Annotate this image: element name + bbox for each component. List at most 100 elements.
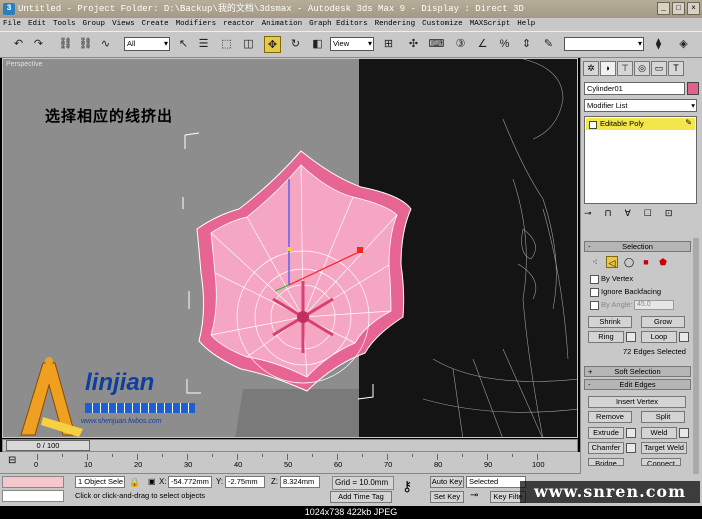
rectangular-selection-icon[interactable]: ⬚ xyxy=(218,36,235,53)
bind-space-warp-icon[interactable]: ∿ xyxy=(97,36,114,53)
bridge-button[interactable]: Bridge xyxy=(588,458,624,466)
menu-tools[interactable]: Tools xyxy=(50,18,80,31)
menu-customize[interactable]: Customize xyxy=(419,18,467,31)
insert-vertex-button[interactable]: Insert Vertex xyxy=(588,396,686,408)
close-button[interactable]: × xyxy=(687,2,700,15)
loop-spinner[interactable] xyxy=(679,332,689,342)
soft-selection-rollout-header[interactable]: + Soft Selection xyxy=(584,366,691,377)
perspective-viewport[interactable]: Perspective 选择相应的线挤出 linjian www.shenjua… xyxy=(2,58,578,438)
target-weld-button[interactable]: Target Weld xyxy=(641,442,687,454)
menu-edit[interactable]: Edit xyxy=(25,18,50,31)
select-and-scale-icon[interactable]: ◧ xyxy=(309,36,326,53)
pivot-center-icon[interactable]: ⊞ xyxy=(380,36,397,53)
lock-icon[interactable]: 🔒 xyxy=(129,476,140,488)
selection-rollout-header[interactable]: - Selection xyxy=(584,241,691,252)
menu-file[interactable]: File xyxy=(0,18,25,31)
reference-coordinate-dropdown[interactable]: View xyxy=(330,37,374,51)
utilities-tab-icon[interactable]: T xyxy=(668,61,684,76)
pin-stack-icon[interactable]: ⊸ xyxy=(584,208,592,219)
maxscript-output-field[interactable] xyxy=(2,490,64,502)
percent-snap-icon[interactable]: % xyxy=(496,36,513,53)
vertex-mode-icon[interactable]: ⁖ xyxy=(589,256,601,268)
select-object-icon[interactable]: ↖ xyxy=(175,36,192,53)
object-color-swatch[interactable] xyxy=(687,82,699,95)
menu-animation[interactable]: Animation xyxy=(259,18,307,31)
show-end-result-icon[interactable]: ⊓ xyxy=(605,208,612,219)
ring-spinner[interactable] xyxy=(626,332,636,342)
menu-rendering[interactable]: Rendering xyxy=(372,18,420,31)
extrude-button[interactable]: Extrude xyxy=(588,427,624,439)
angle-value-field[interactable]: 45.0 xyxy=(634,300,674,310)
polygon-mode-icon[interactable]: ■ xyxy=(640,256,652,268)
modify-tab-icon[interactable]: ◗ xyxy=(600,61,616,76)
absolute-mode-icon[interactable]: ▣ xyxy=(148,476,156,488)
by-vertex-checkbox[interactable]: By Vertex xyxy=(590,274,633,284)
mirror-icon[interactable]: ⧫ xyxy=(650,36,667,53)
connect-button[interactable]: Connect xyxy=(641,458,681,466)
undo-icon[interactable]: ↶ xyxy=(10,36,27,53)
chamfer-button[interactable]: Chamfer xyxy=(588,442,624,454)
x-coordinate-field[interactable]: -54.772mm xyxy=(168,476,212,488)
chamfer-settings-icon[interactable] xyxy=(626,443,636,453)
select-and-rotate-icon[interactable]: ↻ xyxy=(287,36,304,53)
modifier-list-dropdown[interactable]: Modifier List xyxy=(584,99,697,112)
named-selection-sets-dropdown[interactable] xyxy=(564,37,644,51)
menu-group[interactable]: Group xyxy=(80,18,110,31)
remove-modifier-icon[interactable]: ☐ xyxy=(644,208,652,219)
object-name-field[interactable]: Cylinder01 xyxy=(584,82,685,95)
remove-button[interactable]: Remove xyxy=(588,411,632,423)
menu-graph-editors[interactable]: Graph Editors xyxy=(306,18,372,31)
track-bar[interactable]: ⊟ 0 10 20 30 40 50 60 70 80 90 100 xyxy=(0,452,580,474)
create-tab-icon[interactable]: ✲ xyxy=(583,61,599,76)
keyboard-shortcut-icon[interactable]: ⌨ xyxy=(428,36,445,53)
z-coordinate-field[interactable]: 8.324mm xyxy=(280,476,320,488)
configure-sets-icon[interactable]: ⊡ xyxy=(665,208,673,219)
auto-key-button[interactable]: Auto Key xyxy=(430,476,464,488)
display-tab-icon[interactable]: ▭ xyxy=(651,61,667,76)
select-link-icon[interactable]: ⛓ xyxy=(57,36,74,53)
named-selection-icon[interactable]: ✎ xyxy=(540,36,557,53)
make-unique-icon[interactable]: ∀ xyxy=(625,208,631,219)
by-angle-checkbox[interactable]: By Angle: xyxy=(590,300,633,310)
window-crossing-icon[interactable]: ◫ xyxy=(240,36,257,53)
border-mode-icon[interactable]: ◯ xyxy=(623,256,635,268)
time-slider[interactable]: 0 / 100 xyxy=(6,440,90,451)
y-coordinate-field[interactable]: -2.75mm xyxy=(225,476,265,488)
selection-filter-dropdown[interactable]: All xyxy=(124,37,170,51)
select-by-name-icon[interactable]: ☰ xyxy=(195,36,212,53)
menu-modifiers[interactable]: Modifiers xyxy=(173,18,221,31)
command-panel-scrollbar[interactable] xyxy=(693,238,699,474)
snap-toggle-icon[interactable]: ③ xyxy=(452,36,469,53)
maxscript-listener-field[interactable] xyxy=(2,476,64,488)
edit-edges-rollout-header[interactable]: - Edit Edges xyxy=(584,379,691,390)
split-button[interactable]: Split xyxy=(641,411,685,423)
set-key-button[interactable]: Set Key xyxy=(430,491,464,503)
menu-reactor[interactable]: reactor xyxy=(220,18,259,31)
motion-tab-icon[interactable]: ◎ xyxy=(634,61,650,76)
weld-button[interactable]: Weld xyxy=(641,427,677,439)
weld-settings-icon[interactable] xyxy=(679,428,689,438)
minimize-button[interactable]: _ xyxy=(657,2,670,15)
viewport-label[interactable]: Perspective xyxy=(6,61,43,68)
shrink-button[interactable]: Shrink xyxy=(588,316,632,328)
angle-snap-icon[interactable]: ∠ xyxy=(474,36,491,53)
menu-maxscript[interactable]: MAXScript xyxy=(467,18,515,31)
stack-item-editable-poly[interactable]: Editable Poly xyxy=(586,118,695,130)
extrude-settings-icon[interactable] xyxy=(626,428,636,438)
set-key-icon[interactable]: ⊸ xyxy=(470,490,478,502)
menu-help[interactable]: Help xyxy=(514,18,539,31)
add-time-tag-button[interactable]: Add Time Tag xyxy=(330,491,392,503)
element-mode-icon[interactable]: ⬟ xyxy=(657,256,669,268)
select-and-move-icon[interactable]: ✥ xyxy=(264,36,281,53)
trackbar-icon[interactable]: ⊟ xyxy=(8,455,16,466)
grow-button[interactable]: Grow xyxy=(641,316,685,328)
align-icon[interactable]: ◈ xyxy=(675,36,692,53)
maximize-button[interactable]: □ xyxy=(672,2,685,15)
hierarchy-tab-icon[interactable]: ⊤ xyxy=(617,61,633,76)
key-icon[interactable]: ⚷ xyxy=(402,479,412,493)
select-manipulate-icon[interactable]: ✣ xyxy=(405,36,422,53)
unlink-icon[interactable]: ⛓ xyxy=(77,36,94,53)
key-mode-dropdown[interactable]: Selected xyxy=(466,476,526,488)
redo-icon[interactable]: ↷ xyxy=(30,36,47,53)
ring-button[interactable]: Ring xyxy=(588,331,624,343)
